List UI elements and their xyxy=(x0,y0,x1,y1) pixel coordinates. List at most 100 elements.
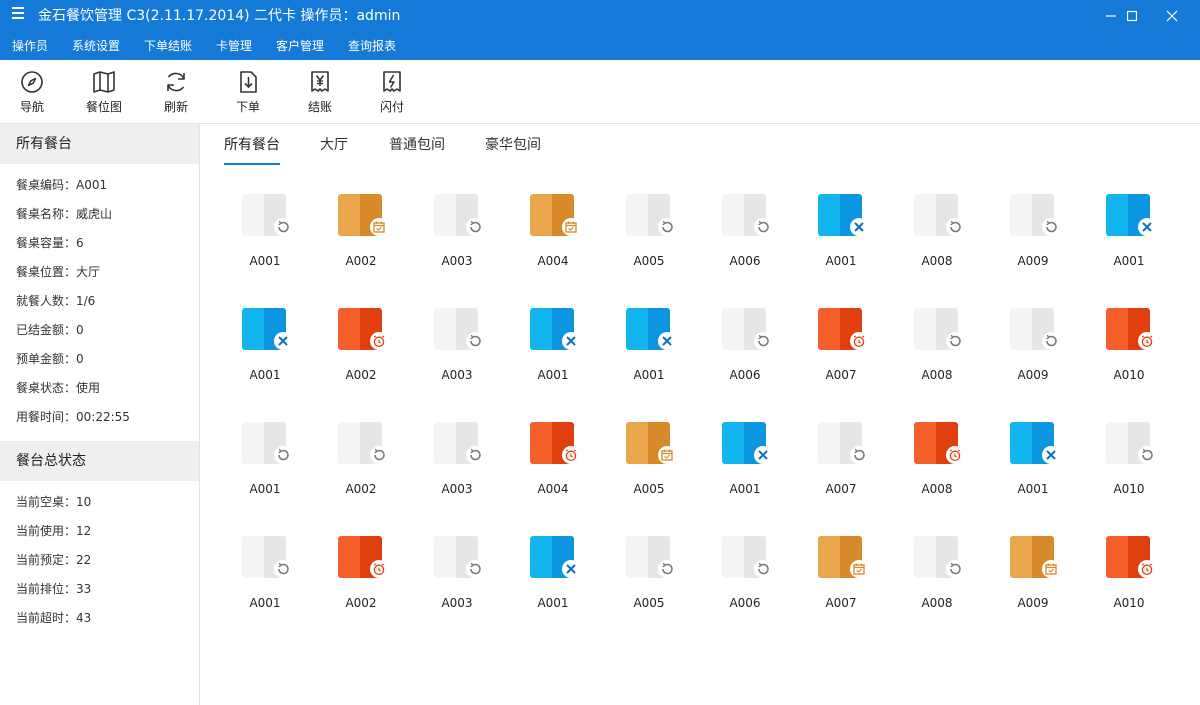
table-tile[interactable]: A006 xyxy=(700,166,790,268)
table-name: 餐桌名称：威虎山 xyxy=(16,207,113,221)
booked-status-icon xyxy=(661,449,673,461)
table-name-label: A005 xyxy=(633,482,665,496)
maximize-icon[interactable] xyxy=(1124,8,1140,24)
status-badge xyxy=(466,560,484,578)
table-tile[interactable]: A009 xyxy=(988,166,1078,268)
place-order-button[interactable]: 下单 xyxy=(220,70,276,114)
table-info-header: 所有餐台 xyxy=(0,124,199,164)
table-tile[interactable]: A001 xyxy=(988,394,1078,496)
table-icon-left xyxy=(626,536,648,578)
overtime-alarm-icon xyxy=(565,449,577,462)
table-tile[interactable]: A006 xyxy=(700,280,790,382)
table-name-label: A001 xyxy=(249,482,281,496)
table-tile[interactable]: A005 xyxy=(604,508,694,610)
status-badge xyxy=(1042,560,1060,578)
table-tile[interactable]: A002 xyxy=(316,508,406,610)
refresh-button[interactable]: 刷新 xyxy=(148,70,204,114)
status-badge xyxy=(274,446,292,464)
seat-map-label: 餐位图 xyxy=(85,100,122,114)
table-tile[interactable]: A003 xyxy=(412,394,502,496)
minimize-icon[interactable] xyxy=(1103,8,1119,24)
table-name-label: A008 xyxy=(921,482,953,496)
table-tile[interactable]: A003 xyxy=(412,280,502,382)
booked-status-icon xyxy=(373,221,385,233)
table-tile[interactable]: A002 xyxy=(316,166,406,268)
table-tile[interactable]: A006 xyxy=(700,508,790,610)
table-tile[interactable]: A001 xyxy=(220,166,310,268)
table-icon-left xyxy=(1106,308,1128,350)
table-tile[interactable]: A005 xyxy=(604,166,694,268)
table-name-label: A007 xyxy=(825,596,857,610)
checkout-label: 结账 xyxy=(307,100,332,114)
tab-hall[interactable]: 大厅 xyxy=(320,136,348,154)
title-bar: 金石餐饮管理 C3(2.11.17.2014) 二代卡 操作员：admin xyxy=(0,0,1200,33)
empty-status-icon xyxy=(1046,220,1057,233)
table-tile[interactable]: A007 xyxy=(796,280,886,382)
table-tile[interactable]: A008 xyxy=(892,280,982,382)
table-tile[interactable]: A003 xyxy=(412,508,502,610)
table-name-label: A001 xyxy=(249,368,281,382)
table-tile[interactable]: A010 xyxy=(1084,394,1174,496)
table-tile[interactable]: A007 xyxy=(796,508,886,610)
status-badge xyxy=(562,218,580,236)
table-tile[interactable]: A009 xyxy=(988,508,1078,610)
table-tile[interactable]: A008 xyxy=(892,394,982,496)
table-tile[interactable]: A004 xyxy=(508,166,598,268)
status-badge xyxy=(562,560,580,578)
table-name-label: A003 xyxy=(441,482,473,496)
table-name-label: A004 xyxy=(537,482,569,496)
table-icon-left xyxy=(434,536,456,578)
table-tile[interactable]: A001 xyxy=(1084,166,1174,268)
menu-customer-management[interactable]: 客户管理 xyxy=(276,39,324,54)
table-tile[interactable]: A007 xyxy=(796,394,886,496)
table-tile[interactable]: A001 xyxy=(220,508,310,610)
menu-operator[interactable]: 操作员 xyxy=(12,39,48,54)
overtime-alarm-icon xyxy=(373,563,385,576)
table-name-label: A010 xyxy=(1113,368,1145,382)
table-name-label: A005 xyxy=(633,254,665,268)
menu-card-management[interactable]: 卡管理 xyxy=(216,39,252,54)
table-status: 餐桌状态：使用 xyxy=(16,381,101,395)
empty-status-icon xyxy=(854,448,865,461)
table-tile[interactable]: A010 xyxy=(1084,508,1174,610)
table-tile[interactable]: A001 xyxy=(220,280,310,382)
menu-system-settings[interactable]: 系统设置 xyxy=(72,39,120,54)
table-icon-left xyxy=(914,422,936,464)
status-badge xyxy=(466,332,484,350)
table-tile[interactable]: A002 xyxy=(316,394,406,496)
close-icon[interactable] xyxy=(1164,8,1180,24)
table-tile[interactable]: A005 xyxy=(604,394,694,496)
table-tile[interactable]: A008 xyxy=(892,166,982,268)
navigate-button[interactable]: 导航 xyxy=(4,70,60,114)
menu-order-checkout[interactable]: 下单结账 xyxy=(144,39,192,54)
table-tile[interactable]: A009 xyxy=(988,280,1078,382)
table-tile[interactable]: A001 xyxy=(796,166,886,268)
table-tile[interactable]: A001 xyxy=(700,394,790,496)
table-tile[interactable]: A003 xyxy=(412,166,502,268)
tab-deluxe-room[interactable]: 豪华包间 xyxy=(485,136,541,154)
status-badge xyxy=(1138,446,1156,464)
checkout-button[interactable]: 结账 xyxy=(292,70,348,114)
table-name-label: A008 xyxy=(921,368,953,382)
table-tile[interactable]: A004 xyxy=(508,394,598,496)
table-tile[interactable]: A001 xyxy=(220,394,310,496)
diner-count: 就餐人数：1/6 xyxy=(16,294,96,308)
menu-query-reports[interactable]: 查询报表 xyxy=(348,39,396,54)
tab-standard-room[interactable]: 普通包间 xyxy=(389,136,445,154)
tab-all-tables[interactable]: 所有餐台 xyxy=(224,136,280,154)
table-icon-left xyxy=(338,422,360,464)
map-icon xyxy=(93,71,115,93)
table-tile[interactable]: A002 xyxy=(316,280,406,382)
table-tile[interactable]: A001 xyxy=(508,508,598,610)
table-tile[interactable]: A001 xyxy=(604,280,694,382)
table-icon-left xyxy=(242,194,264,236)
seat-map-button[interactable]: 餐位图 xyxy=(76,70,132,114)
table-tile[interactable]: A010 xyxy=(1084,280,1174,382)
table-icon-left xyxy=(818,194,840,236)
status-badge xyxy=(754,332,772,350)
table-tile[interactable]: A001 xyxy=(508,280,598,382)
flash-pay-button[interactable]: 闪付 xyxy=(364,70,420,114)
status-badge xyxy=(1138,218,1156,236)
table-tile[interactable]: A008 xyxy=(892,508,982,610)
hamburger-menu-icon[interactable] xyxy=(12,7,26,21)
